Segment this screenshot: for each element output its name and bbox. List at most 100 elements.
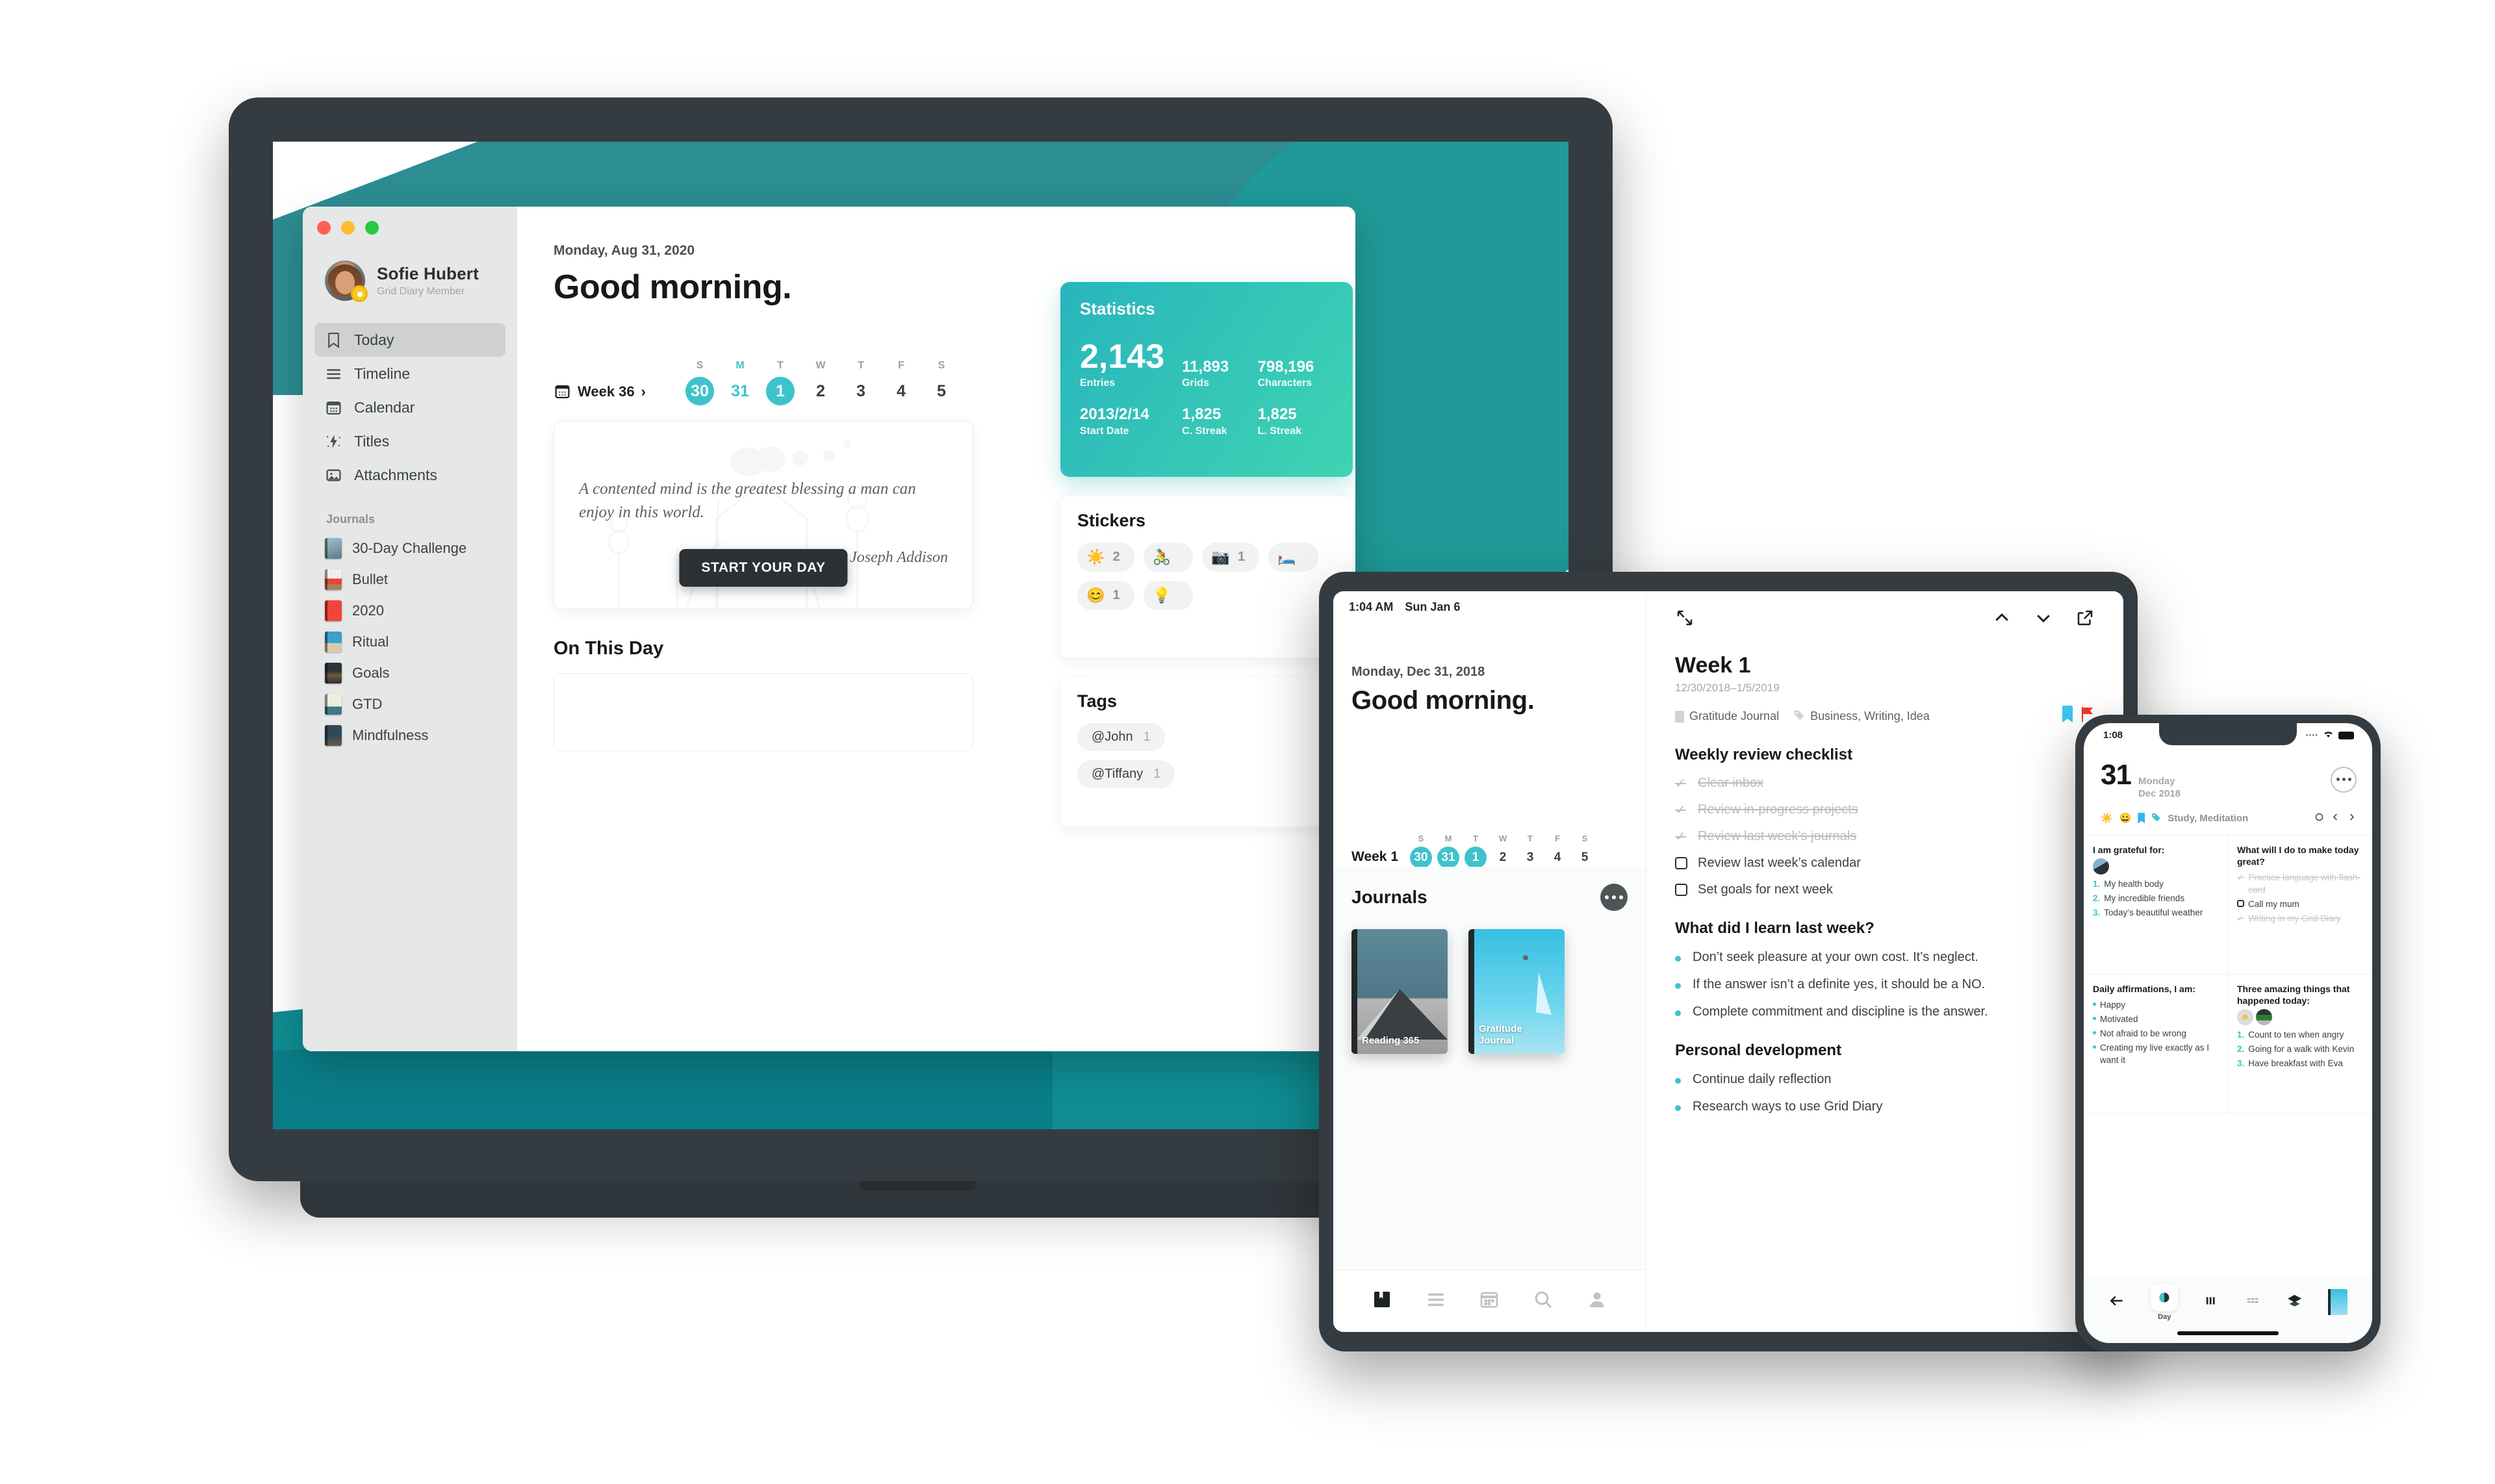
grid-list-item: Call my mum (2237, 898, 2364, 910)
learn-title: What did I learn last week? (1675, 919, 1874, 937)
week-day[interactable]: S 30 (1407, 834, 1435, 869)
search-icon[interactable] (1533, 1289, 1554, 1313)
sticker-chip[interactable]: 📷 1 (1202, 543, 1260, 572)
sidebar-item-today[interactable]: Today (314, 323, 505, 357)
journal-cover-icon (325, 600, 342, 621)
maximize-icon[interactable] (365, 221, 379, 235)
more-options-button[interactable] (2331, 766, 2357, 793)
status-indicators: •••• (2306, 730, 2354, 741)
sidebar-item-attachments[interactable]: Attachments (314, 458, 505, 492)
dev-item: Research ways to use Grid Diary (1675, 1099, 2095, 1114)
checklist-item[interactable]: Set goals for next week (1675, 882, 2095, 897)
grid-cell[interactable]: What will I do to make today great? ✓ Pra… (2228, 836, 2372, 975)
sidebar-item-timeline[interactable]: Timeline (314, 357, 505, 390)
bookmark-icon[interactable] (2138, 812, 2145, 824)
calendar-icon[interactable] (1479, 1289, 1500, 1313)
idea-sticker-icon: 💡 (1152, 587, 1171, 604)
grid-photos (2093, 858, 2220, 875)
circle-icon[interactable] (2314, 812, 2324, 825)
phone-day-number: 31 (2101, 759, 2132, 791)
more-options-button[interactable] (1600, 884, 1628, 911)
minimize-icon[interactable] (341, 221, 355, 235)
checklist-item[interactable]: ✓ Clear inbox (1675, 776, 2095, 791)
tags-meta[interactable]: Business, Writing, Idea (1793, 709, 1930, 724)
grid-cell[interactable]: I am grateful for: 1. My health body 2. My… (2084, 835, 2228, 975)
expand-icon[interactable] (1675, 608, 1695, 631)
sticker-chip[interactable]: 😊 1 (1077, 581, 1134, 610)
status-time: 1:04 AM (1349, 600, 1394, 613)
journal-icon[interactable] (1372, 1289, 1392, 1313)
sidebar-item-calendar[interactable]: Calendar (314, 390, 505, 424)
sidebar-item-titles[interactable]: Titles (314, 424, 505, 458)
home-indicator (2177, 1331, 2279, 1335)
tablet-week-label: Week 1 (1351, 849, 1398, 864)
week-day[interactable]: F 4 (1544, 834, 1571, 869)
tag-chip[interactable]: @Tiffany 1 (1077, 760, 1175, 788)
sticker-chip[interactable]: 🛏️ (1268, 543, 1318, 572)
journal-book[interactable]: Reading 365 (1351, 929, 1448, 1054)
chevron-right-icon[interactable] (2347, 812, 2357, 825)
photo-thumbnail[interactable] (2256, 1008, 2272, 1025)
journal-item[interactable]: 30-Day Challenge (303, 533, 517, 564)
learn-text: Complete commitment and discipline is th… (1693, 1004, 1988, 1019)
journal-item[interactable]: Mindfulness (303, 720, 517, 751)
bookmark-flag-icon[interactable] (2062, 706, 2073, 723)
week-day[interactable]: T 1 (760, 360, 800, 405)
chevron-down-icon[interactable] (2034, 608, 2053, 631)
back-arrow-icon[interactable] (2108, 1292, 2125, 1312)
journal-item[interactable]: 2020 (303, 595, 517, 626)
week-day[interactable]: T 1 (1462, 834, 1489, 869)
grid-cell[interactable]: Three amazing things that happened today… (2228, 975, 2372, 1114)
sticker-chip[interactable]: 🚴 (1143, 543, 1194, 572)
stickers-panel: Stickers ☀️ 2 🚴 📷 1 🛏️ 😊 1 💡 (1060, 496, 1353, 658)
checklist-item[interactable]: Review last week’s calendar (1675, 856, 2095, 871)
sticker-chip[interactable]: ☀️ 2 (1077, 543, 1134, 572)
journal-meta[interactable]: Gratitude Journal (1675, 710, 1779, 723)
checkbox-icon[interactable] (2237, 900, 2244, 908)
user-profile[interactable]: Sofie Hubert Grid Diary Member (303, 235, 517, 302)
week-day[interactable]: S 30 (680, 360, 720, 405)
chevron-left-icon[interactable] (2331, 812, 2340, 825)
week-day[interactable]: M 31 (720, 360, 760, 405)
photo-thumbnail[interactable] (2237, 1008, 2253, 1025)
smiley-sticker-icon[interactable]: 😀 (2119, 812, 2132, 824)
checkbox-icon[interactable] (1675, 857, 1687, 869)
grid-cell[interactable]: Daily affirmations, I am: Happy Motivate… (2084, 974, 2228, 1114)
week-day[interactable]: S 5 (921, 360, 962, 405)
close-icon[interactable] (317, 221, 331, 235)
sticker-chip[interactable]: 💡 (1143, 581, 1194, 610)
week-label-group[interactable]: Week 36 › (554, 383, 646, 405)
profile-icon[interactable] (1587, 1289, 1607, 1313)
journal-item[interactable]: Goals (303, 658, 517, 689)
week-day[interactable]: M 31 (1435, 834, 1462, 869)
share-icon[interactable] (2075, 608, 2095, 631)
week-day[interactable]: W 2 (1489, 834, 1516, 869)
timeline-icon[interactable] (1426, 1289, 1446, 1313)
journal-book[interactable]: Gratitude Journal (1468, 929, 1565, 1054)
week-day[interactable]: W 2 (800, 360, 841, 405)
photo-thumbnail[interactable] (2093, 858, 2109, 875)
layers-icon[interactable] (2286, 1293, 2303, 1311)
chevron-right-icon[interactable]: › (641, 383, 646, 400)
sticker-count: 2 (1112, 550, 1120, 564)
checklist-item[interactable]: ✓ Review last week’s journals (1675, 829, 2095, 844)
tab-day[interactable]: Day (2151, 1283, 2179, 1321)
week-day[interactable]: F 4 (881, 360, 921, 405)
checklist-item[interactable]: ✓ Review in-progress projects (1675, 802, 2095, 817)
start-your-day-button[interactable]: START YOUR DAY (679, 549, 848, 587)
journal-thumb-icon[interactable] (2328, 1289, 2348, 1315)
sun-sticker-icon[interactable]: ☀️ (2101, 812, 2113, 824)
week-day[interactable]: S 5 (1571, 834, 1598, 869)
on-this-day-card[interactable] (554, 673, 973, 751)
chevron-up-icon[interactable] (1992, 608, 2012, 631)
columns-icon[interactable] (2204, 1294, 2220, 1311)
journal-item[interactable]: Ritual (303, 626, 517, 658)
grid-icon[interactable] (2245, 1294, 2260, 1311)
week-day[interactable]: T 3 (1516, 834, 1544, 869)
week-day[interactable]: T 3 (841, 360, 881, 405)
journal-item[interactable]: Bullet (303, 564, 517, 595)
journal-item[interactable]: GTD (303, 689, 517, 720)
tag-chip[interactable]: @John 1 (1077, 723, 1165, 751)
grid-question: Daily affirmations, I am: (2093, 983, 2195, 994)
checkbox-icon[interactable] (1675, 884, 1687, 896)
